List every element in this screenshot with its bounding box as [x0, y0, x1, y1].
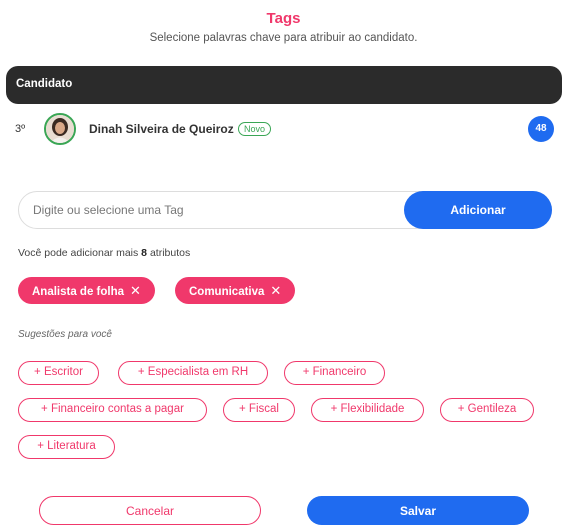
suggestion-chip[interactable]: + Financeiro	[284, 361, 385, 385]
selected-tag-label: Analista de folha	[32, 286, 125, 298]
modal-title: Tags	[266, 10, 301, 27]
tag-search-input[interactable]	[19, 192, 405, 228]
candidate-name: Dinah Silveira de Queiroz	[89, 122, 234, 136]
remaining-count: 8	[141, 247, 148, 259]
suggestion-chip[interactable]: + Gentileza	[440, 398, 534, 422]
candidate-rank: 3º	[15, 123, 26, 135]
suggestion-chip[interactable]: + Escritor	[18, 361, 99, 385]
suggestion-chip[interactable]: + Financeiro contas a pagar	[18, 398, 207, 422]
suggestion-chip[interactable]: + Especialista em RH	[118, 361, 268, 385]
close-icon[interactable]: ✕	[130, 277, 141, 304]
add-tag-button[interactable]: Adicionar	[404, 191, 552, 229]
suggestion-chip[interactable]: + Fiscal	[223, 398, 295, 422]
suggestions-label: Sugestões para você	[18, 329, 112, 340]
save-button[interactable]: Salvar	[307, 496, 529, 525]
candidate-row: 3º Dinah Silveira de Queiroz Novo 48	[0, 112, 567, 148]
avatar-photo-icon	[46, 115, 74, 143]
avatar	[44, 113, 76, 145]
selected-tag: Comunicativa ✕	[175, 277, 296, 304]
candidate-header: Candidato	[6, 66, 562, 104]
selected-tag-label: Comunicativa	[189, 286, 265, 298]
remaining-tags-info: Você pode adicionar mais 8 atributos	[18, 247, 190, 259]
modal-subtitle: Selecione palavras chave para atribuir a…	[149, 32, 418, 44]
close-icon[interactable]: ✕	[270, 277, 281, 304]
remaining-prefix: Você pode adicionar mais	[18, 247, 139, 259]
selected-tag: Analista de folha ✕	[18, 277, 155, 304]
suggestion-chip[interactable]: + Literatura	[18, 435, 115, 459]
candidate-score-badge: 48	[528, 116, 554, 142]
cancel-button[interactable]: Cancelar	[39, 496, 261, 525]
suggestion-chip[interactable]: + Flexibilidade	[311, 398, 424, 422]
remaining-suffix: atributos	[149, 247, 191, 259]
candidate-header-label: Candidato	[16, 78, 73, 90]
new-badge: Novo	[238, 122, 272, 136]
